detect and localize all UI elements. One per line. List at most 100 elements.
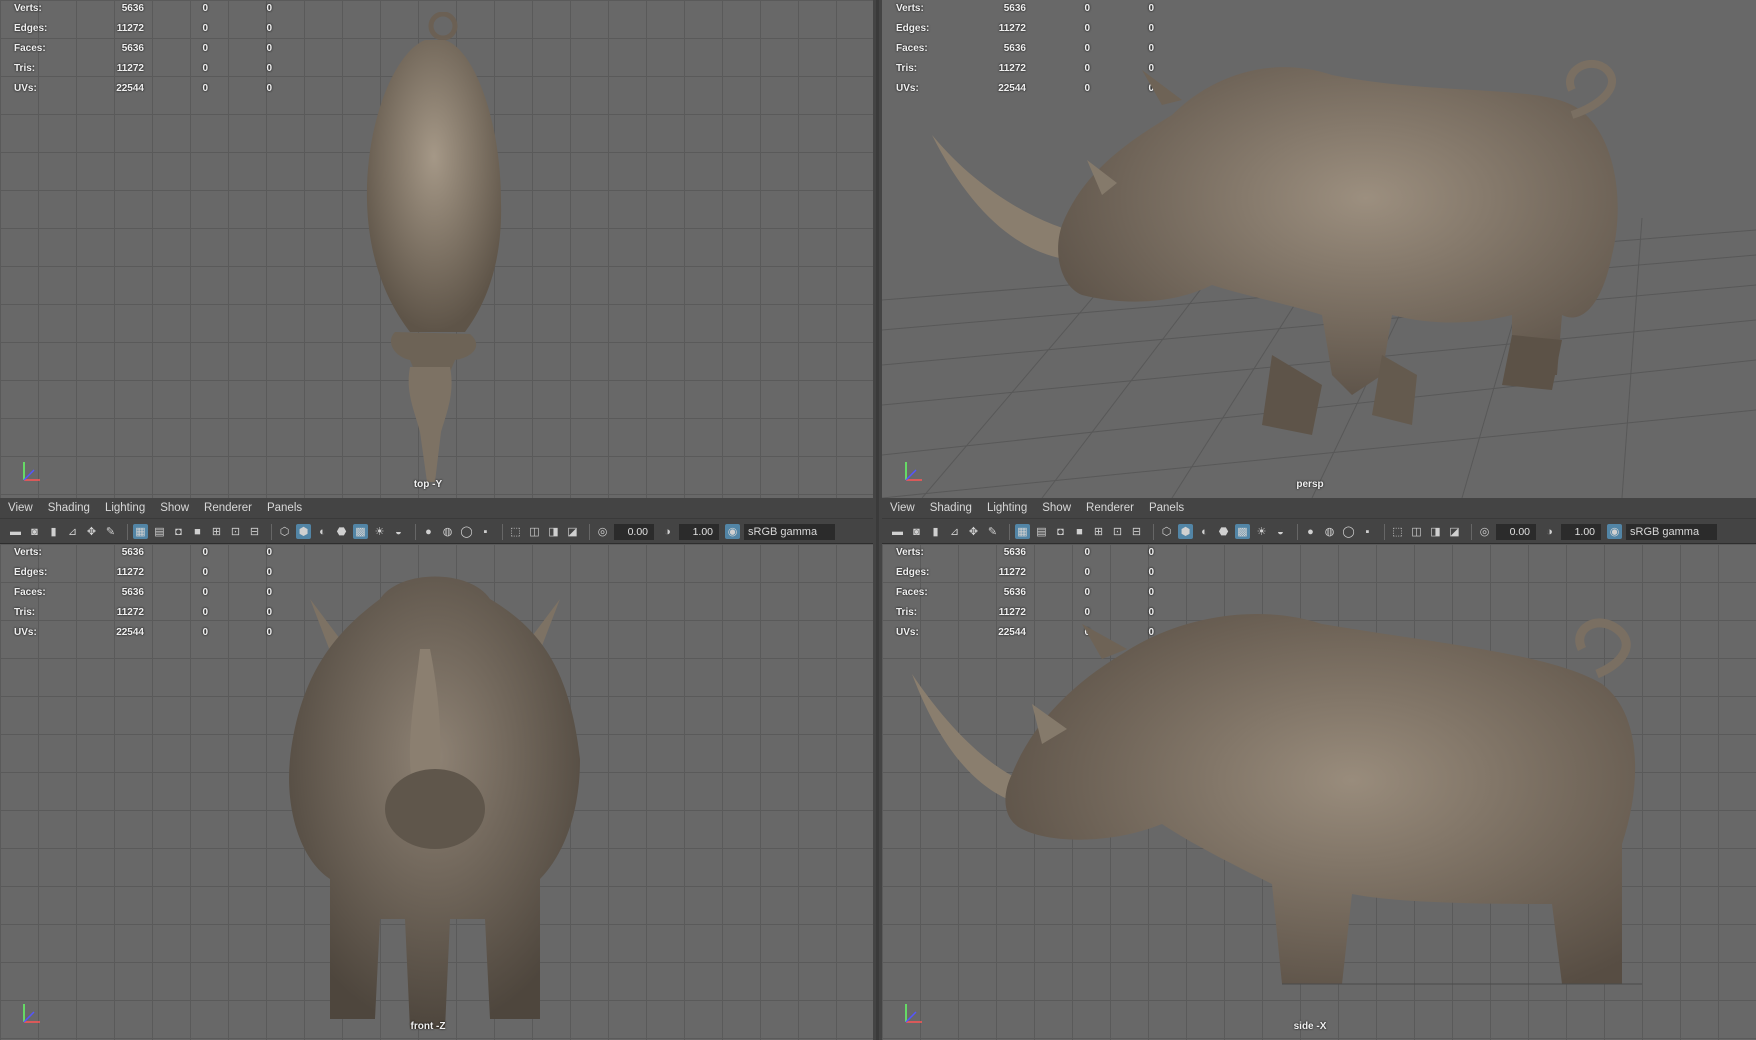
- menu-shading[interactable]: Shading: [48, 502, 90, 514]
- menu-view[interactable]: View: [8, 502, 33, 514]
- panel-divider[interactable]: [873, 0, 882, 1040]
- camera-attributes-icon[interactable]: ◙: [909, 524, 924, 539]
- lights-icon[interactable]: ☀: [1254, 524, 1269, 539]
- field-chart-icon[interactable]: ⊞: [209, 524, 224, 539]
- brush-icon[interactable]: ✎: [985, 524, 1000, 539]
- safe-title-icon[interactable]: ⊟: [1129, 524, 1144, 539]
- menu-renderer[interactable]: Renderer: [204, 502, 252, 514]
- xray-icon[interactable]: ◫: [527, 524, 542, 539]
- xray-icon[interactable]: ◫: [1409, 524, 1424, 539]
- hud-row-faces: Faces: 5636 0 0: [14, 587, 272, 598]
- depth-of-field-icon[interactable]: ▪: [1360, 524, 1375, 539]
- menu-show[interactable]: Show: [1042, 502, 1071, 514]
- safe-action-icon[interactable]: ⊡: [1110, 524, 1125, 539]
- gate-mask-icon[interactable]: ■: [1072, 524, 1087, 539]
- depth-of-field-icon[interactable]: ▪: [478, 524, 493, 539]
- bookmark-icon[interactable]: ▮: [46, 524, 61, 539]
- bookmark-icon[interactable]: ▮: [928, 524, 943, 539]
- motion-blur-icon[interactable]: ◍: [1322, 524, 1337, 539]
- grid-icon[interactable]: ▦: [133, 524, 148, 539]
- image-plane-icon[interactable]: ⊿: [65, 524, 80, 539]
- wireframe-icon[interactable]: ⬡: [277, 524, 292, 539]
- menu-panels[interactable]: Panels: [1149, 502, 1184, 514]
- menu-shading[interactable]: Shading: [930, 502, 972, 514]
- axis-gizmo: [23, 1004, 40, 1023]
- gamma-icon[interactable]: ◑: [660, 524, 675, 539]
- color-management-icon[interactable]: ◉: [725, 524, 740, 539]
- move-icon[interactable]: ✥: [966, 524, 981, 539]
- colorspace-dropdown[interactable]: sRGB gamma: [1626, 523, 1718, 540]
- shadows-icon[interactable]: ◒: [391, 524, 406, 539]
- menu-panels[interactable]: Panels: [267, 502, 302, 514]
- rhino-model-front[interactable]: [270, 559, 600, 1029]
- menu-show[interactable]: Show: [160, 502, 189, 514]
- xray-joints-icon[interactable]: ◨: [546, 524, 561, 539]
- exposure-icon[interactable]: ◎: [595, 524, 610, 539]
- exposure-field[interactable]: [614, 523, 654, 540]
- rhino-model-persp[interactable]: [912, 55, 1732, 455]
- menu-lighting[interactable]: Lighting: [105, 502, 145, 514]
- wireframe-on-shaded-icon[interactable]: ⬣: [1216, 524, 1231, 539]
- rhino-model-top[interactable]: [355, 12, 515, 492]
- isolate-select-icon[interactable]: ⬚: [508, 524, 523, 539]
- viewport-front[interactable]: Verts: 5636 0 0 Edges: 11272 0 0 Faces: 5636 0 0 …: [0, 544, 873, 1040]
- gamma-icon[interactable]: ◑: [1542, 524, 1557, 539]
- rhino-model-side[interactable]: [902, 604, 1742, 1004]
- toolbar-separator: [1153, 523, 1154, 540]
- viewport-persp[interactable]: Verts: 5636 0 0 Edges: 11272 0 0 Faces: 5636 0 0 …: [882, 0, 1756, 498]
- panel-toolbar-left: View Shading Lighting Show Renderer Pane…: [0, 498, 873, 544]
- xray-components-icon[interactable]: ◪: [1447, 524, 1462, 539]
- hud-row-faces: Faces: 5636 0 0: [896, 587, 1154, 598]
- toolbar-separator: [127, 523, 128, 540]
- film-gate-icon[interactable]: ▤: [152, 524, 167, 539]
- gamma-field[interactable]: [679, 523, 719, 540]
- hud-row-verts: Verts: 5636 0 0: [14, 547, 272, 558]
- toolbar-separator: [1384, 523, 1385, 540]
- menu-renderer[interactable]: Renderer: [1086, 502, 1134, 514]
- xray-components-icon[interactable]: ◪: [565, 524, 580, 539]
- image-plane-icon[interactable]: ⊿: [947, 524, 962, 539]
- wireframe-icon[interactable]: ⬡: [1159, 524, 1174, 539]
- wireframe-on-shaded-icon[interactable]: ⬣: [334, 524, 349, 539]
- select-camera-icon[interactable]: ▬: [8, 524, 23, 539]
- viewport-top[interactable]: Verts: 5636 0 0 Edges: 11272 0 0 Faces: 5636 0 0 …: [0, 0, 873, 498]
- move-icon[interactable]: ✥: [84, 524, 99, 539]
- anti-aliasing-icon[interactable]: ◯: [1341, 524, 1356, 539]
- safe-title-icon[interactable]: ⊟: [247, 524, 262, 539]
- brush-icon[interactable]: ✎: [103, 524, 118, 539]
- resolution-gate-icon[interactable]: ◘: [171, 524, 186, 539]
- xray-joints-icon[interactable]: ◨: [1428, 524, 1443, 539]
- menu-view[interactable]: View: [890, 502, 915, 514]
- field-chart-icon[interactable]: ⊞: [1091, 524, 1106, 539]
- shadows-icon[interactable]: ◒: [1273, 524, 1288, 539]
- viewport-side[interactable]: Verts: 5636 0 0 Edges: 11272 0 0 Faces: 5636 0 0 …: [882, 544, 1756, 1040]
- toolbar-separator: [415, 523, 416, 540]
- flat-shade-icon[interactable]: ◐: [315, 524, 330, 539]
- resolution-gate-icon[interactable]: ◘: [1053, 524, 1068, 539]
- gamma-field[interactable]: [1561, 523, 1601, 540]
- gate-mask-icon[interactable]: ■: [190, 524, 205, 539]
- select-camera-icon[interactable]: ▬: [890, 524, 905, 539]
- hud-row-uvs: UVs:2254400: [14, 83, 272, 94]
- textured-icon[interactable]: ▩: [353, 524, 368, 539]
- film-gate-icon[interactable]: ▤: [1034, 524, 1049, 539]
- textured-icon[interactable]: ▩: [1235, 524, 1250, 539]
- flat-shade-icon[interactable]: ◐: [1197, 524, 1212, 539]
- lights-icon[interactable]: ☀: [372, 524, 387, 539]
- anti-aliasing-icon[interactable]: ◯: [459, 524, 474, 539]
- grid-icon[interactable]: ▦: [1015, 524, 1030, 539]
- camera-attributes-icon[interactable]: ◙: [27, 524, 42, 539]
- smooth-shade-icon[interactable]: ⬢: [296, 524, 311, 539]
- safe-action-icon[interactable]: ⊡: [228, 524, 243, 539]
- exposure-icon[interactable]: ◎: [1477, 524, 1492, 539]
- ambient-occlusion-icon[interactable]: ●: [421, 524, 436, 539]
- color-management-icon[interactable]: ◉: [1607, 524, 1622, 539]
- exposure-field[interactable]: [1496, 523, 1536, 540]
- colorspace-dropdown[interactable]: sRGB gamma: [744, 523, 836, 540]
- isolate-select-icon[interactable]: ⬚: [1390, 524, 1405, 539]
- smooth-shade-icon[interactable]: ⬢: [1178, 524, 1193, 539]
- menu-lighting[interactable]: Lighting: [987, 502, 1027, 514]
- camera-label: front -Z: [410, 1021, 446, 1032]
- motion-blur-icon[interactable]: ◍: [440, 524, 455, 539]
- ambient-occlusion-icon[interactable]: ●: [1303, 524, 1318, 539]
